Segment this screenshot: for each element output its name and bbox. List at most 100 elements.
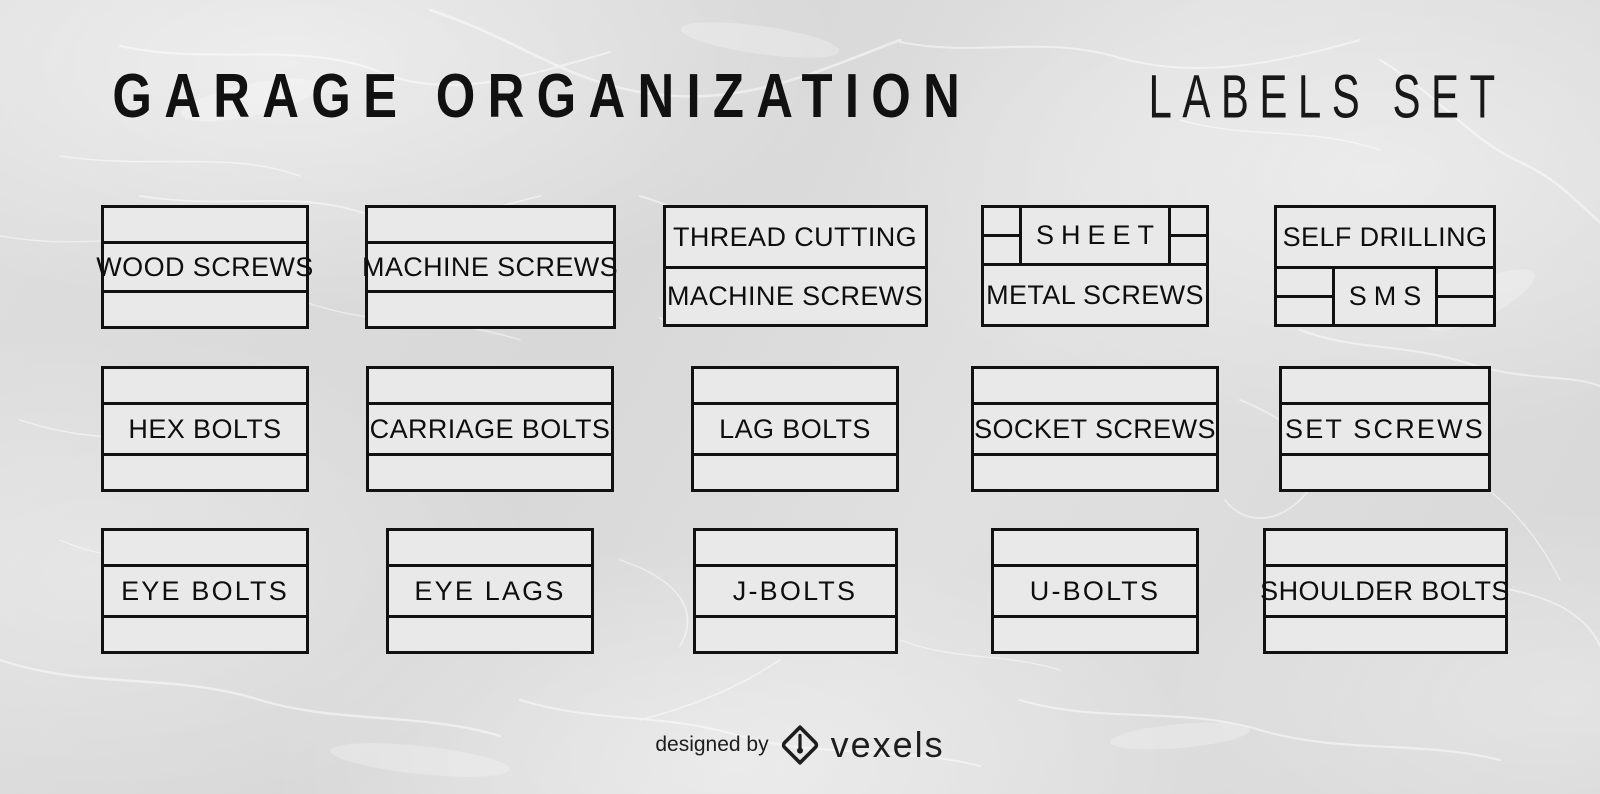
side-cell-right xyxy=(1168,208,1206,263)
label-title-top: SELF DRILLING xyxy=(1282,221,1488,252)
blank-band-top xyxy=(695,531,895,564)
label-text-band: SOCKET SCREWS xyxy=(974,402,1216,456)
label-text-band: LAG BOLTS xyxy=(694,402,896,456)
blank-band-top xyxy=(389,531,591,564)
label-title: LAG BOLTS xyxy=(719,413,871,444)
label-title: U-BOLTS xyxy=(1029,575,1161,606)
label-text-band: U-BOLTS xyxy=(994,564,1196,618)
label-card-j-bolts[interactable]: J-BOLTS xyxy=(692,528,898,654)
label-title: SOCKET SCREWS xyxy=(974,413,1216,444)
label-title-bottom: SMS xyxy=(1348,281,1429,311)
label-card-wood-screws[interactable]: WOOD SCREWS xyxy=(96,205,313,329)
label-slot: HEX BOLTS xyxy=(70,366,340,492)
label-text-band-bottom: METAL SCREWS xyxy=(984,266,1206,324)
center-cell: SMS xyxy=(1335,269,1436,324)
page-title-bold: GARAGE ORGANIZATION xyxy=(112,62,972,131)
label-slot: U-BOLTS xyxy=(950,528,1240,654)
label-slot: SOCKET SCREWS xyxy=(950,366,1240,492)
center-cell: SHEET xyxy=(1022,208,1168,263)
label-text-band: EYE LAGS xyxy=(389,564,591,618)
label-card-eye-lags[interactable]: EYE LAGS xyxy=(386,528,594,654)
side-cell-half xyxy=(1438,298,1493,324)
vexels-watermark: designed by vexels xyxy=(0,724,1600,766)
label-title: SHOULDER BOLTS xyxy=(1260,575,1510,606)
label-slot: CARRIAGE BOLTS xyxy=(340,366,640,492)
blank-band-bottom xyxy=(104,456,306,489)
label-slot: SELF DRILLING SMS xyxy=(1240,205,1530,327)
label-row-1: WOOD SCREWS MACHINE SCREWS THREAD CUTTIN… xyxy=(0,205,1600,329)
label-card-eye-bolts[interactable]: EYE BOLTS xyxy=(101,528,309,654)
label-slot: SHOULDER BOLTS xyxy=(1240,528,1530,654)
label-row-3: EYE BOLTS EYE LAGS J-BOLTS U-BOLTS SHOUL… xyxy=(0,528,1600,654)
side-cell-half xyxy=(984,208,1019,237)
blank-band-bottom xyxy=(1265,618,1505,651)
label-card-self-drilling-sms[interactable]: SELF DRILLING SMS xyxy=(1274,205,1496,327)
label-title: MACHINE SCREWS xyxy=(361,251,619,282)
split-row-bottom: SMS xyxy=(1277,266,1493,324)
label-slot: EYE LAGS xyxy=(340,528,640,654)
label-card-sheet-metal-screws[interactable]: SHEET METAL SCREWS xyxy=(981,205,1209,327)
blank-band-bottom xyxy=(104,293,306,326)
label-text-band: CARRIAGE BOLTS xyxy=(369,402,611,456)
label-card-machine-screws[interactable]: MACHINE SCREWS xyxy=(362,205,618,329)
side-cell-half xyxy=(1277,298,1332,324)
label-card-u-bolts[interactable]: U-BOLTS xyxy=(991,528,1199,654)
blank-band-top xyxy=(1265,531,1505,564)
label-card-carriage-bolts[interactable]: CARRIAGE BOLTS xyxy=(366,366,614,492)
label-slot: LAG BOLTS xyxy=(640,366,950,492)
poster-canvas: GARAGE ORGANIZATION LABELS SET WOOD SCREW… xyxy=(0,0,1600,794)
blank-band-bottom xyxy=(1282,456,1488,489)
label-card-shoulder-bolts[interactable]: SHOULDER BOLTS xyxy=(1260,528,1509,654)
label-card-hex-bolts[interactable]: HEX BOLTS xyxy=(101,366,309,492)
blank-band-top xyxy=(369,369,611,402)
side-cell-half xyxy=(1171,208,1206,237)
label-slot: EYE BOLTS xyxy=(70,528,340,654)
label-title: WOOD SCREWS xyxy=(96,251,314,282)
designed-by-label: designed by xyxy=(655,733,769,756)
blank-band-top xyxy=(694,369,896,402)
blank-band-bottom xyxy=(369,456,611,489)
label-text-band-bottom: MACHINE SCREWS xyxy=(665,266,925,324)
page-title: GARAGE ORGANIZATION LABELS SET xyxy=(0,66,1600,128)
label-card-socket-screws[interactable]: SOCKET SCREWS xyxy=(971,366,1219,492)
side-cell-right xyxy=(1435,269,1493,324)
label-title: HEX BOLTS xyxy=(128,413,282,444)
label-card-set-screws[interactable]: SET SCREWS xyxy=(1279,366,1491,492)
label-slot: WOOD SCREWS xyxy=(70,205,340,329)
label-title-top: THREAD CUTTING xyxy=(672,221,918,252)
label-row-2: HEX BOLTS CARRIAGE BOLTS LAG BOLTS SOCKE… xyxy=(0,366,1600,492)
label-title-bottom: MACHINE SCREWS xyxy=(666,281,924,311)
label-title: SET SCREWS xyxy=(1284,413,1486,444)
blank-band-bottom xyxy=(695,618,895,651)
blank-band-bottom xyxy=(994,618,1196,651)
label-text-band: EYE BOLTS xyxy=(104,564,306,618)
label-text-band: WOOD SCREWS xyxy=(96,241,313,293)
label-title: J-BOLTS xyxy=(732,575,858,606)
vexels-pen-nib-diamond-icon xyxy=(781,725,818,765)
side-cell-left xyxy=(1277,269,1335,324)
label-title-bottom: METAL SCREWS xyxy=(986,279,1204,310)
side-cell-half xyxy=(1438,269,1493,298)
label-text-band: MACHINE SCREWS xyxy=(362,241,618,293)
label-slot: THREAD CUTTING MACHINE SCREWS xyxy=(640,205,950,327)
label-title: CARRIAGE BOLTS xyxy=(369,413,611,444)
blank-band-top xyxy=(367,208,613,241)
label-title: EYE LAGS xyxy=(414,575,566,606)
label-text-band-top: SELF DRILLING xyxy=(1277,208,1493,266)
label-slot: J-BOLTS xyxy=(640,528,950,654)
label-text-band: HEX BOLTS xyxy=(104,402,306,456)
split-row-top: SHEET xyxy=(984,208,1206,266)
blank-band-bottom xyxy=(104,618,306,651)
label-text-band: J-BOLTS xyxy=(695,564,895,618)
label-card-lag-bolts[interactable]: LAG BOLTS xyxy=(691,366,899,492)
label-card-thread-cutting-machine-screws[interactable]: THREAD CUTTING MACHINE SCREWS xyxy=(662,205,928,327)
vexels-brand-text: vexels xyxy=(830,724,945,765)
blank-band-bottom xyxy=(974,456,1216,489)
blank-band-top xyxy=(104,531,306,564)
blank-band-top xyxy=(994,531,1196,564)
blank-band-bottom xyxy=(367,293,613,326)
blank-band-top xyxy=(104,208,306,241)
blank-band-top xyxy=(1282,369,1488,402)
label-slot: MACHINE SCREWS xyxy=(340,205,640,329)
blank-band-top xyxy=(974,369,1216,402)
